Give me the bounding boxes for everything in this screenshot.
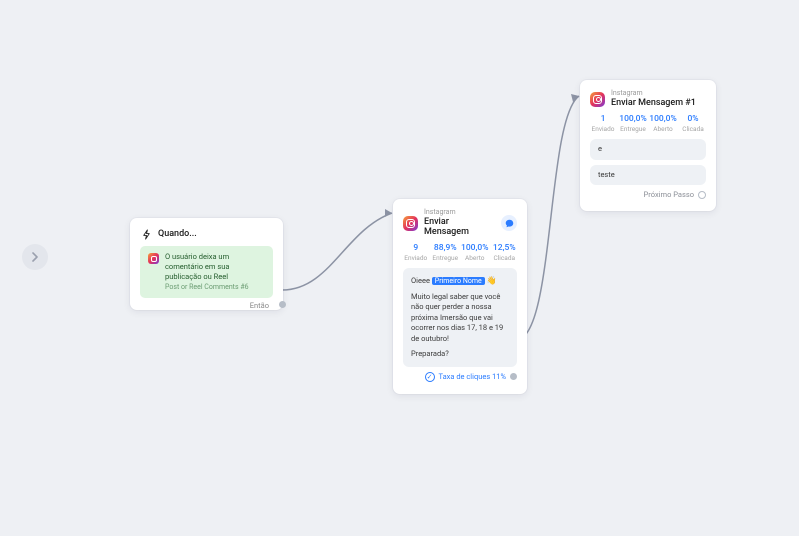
output-label: Então — [250, 301, 269, 310]
stats-row: 1Enviado 100,0%Entregue 100,0%Aberto 0%C… — [588, 114, 708, 133]
lightning-icon — [140, 228, 152, 240]
msg-text: teste — [598, 170, 615, 179]
trigger-node[interactable]: Quando... O usuário deixa um comentário … — [130, 218, 283, 310]
first-name-chip: Primeiro Nome — [432, 277, 485, 285]
output-handle[interactable] — [698, 191, 706, 199]
msg-body: Muito legal saber que você não quer perd… — [411, 292, 509, 345]
node-title: Enviar Mensagem #1 — [611, 98, 696, 108]
stat-clicked: 0%Clicada — [678, 114, 708, 133]
instagram-icon — [590, 92, 605, 107]
output-handle[interactable] — [279, 301, 286, 308]
node-subtitle: Instagram — [424, 209, 495, 216]
stat-delivered: 100,0%Entregue — [618, 114, 648, 133]
trigger-condition-pill[interactable]: O usuário deixa um comentário em sua pub… — [140, 246, 273, 298]
check-icon: ✓ — [425, 372, 435, 382]
message-bubble[interactable]: teste — [590, 165, 706, 186]
node-title: Quando... — [158, 229, 197, 239]
msg-question: Preparada? — [411, 349, 509, 360]
stat-opened: 100,0%Aberto — [648, 114, 678, 133]
send-message-node-2[interactable]: Instagram Enviar Mensagem #1 1Enviado 10… — [580, 80, 716, 211]
stat-sent: 9Enviado — [401, 243, 431, 262]
stat-clicked: 12,5%Clicada — [490, 243, 520, 262]
trigger-condition-sub: Post or Reel Comments #6 — [165, 283, 265, 292]
stats-row: 9Enviado 88,9%Entregue 100,0%Aberto 12,5… — [401, 243, 519, 262]
stat-delivered: 88,9%Entregue — [431, 243, 461, 262]
output-handle[interactable] — [510, 373, 517, 380]
chat-icon — [501, 215, 517, 231]
trigger-condition-text: O usuário deixa um comentário em sua pub… — [165, 252, 229, 281]
instagram-icon — [403, 216, 418, 231]
message-bubble[interactable]: e — [590, 139, 706, 160]
next-step-label: Próximo Passo — [644, 190, 694, 199]
stat-sent: 1Enviado — [588, 114, 618, 133]
msg-greeting: Oieee — [411, 276, 432, 285]
click-rate-link[interactable]: Taxa de cliques 11% — [439, 372, 506, 381]
flow-canvas[interactable]: Quando... O usuário deixa um comentário … — [0, 0, 799, 536]
node-subtitle: Instagram — [611, 90, 696, 97]
expand-sidebar-button[interactable] — [22, 244, 48, 270]
wave-emoji-icon: 👋 — [487, 276, 497, 285]
node-title: Enviar Mensagem — [424, 217, 495, 237]
msg-text: e — [598, 144, 602, 153]
send-message-node[interactable]: Instagram Enviar Mensagem 9Enviado 88,9%… — [393, 199, 527, 394]
stat-opened: 100,0%Aberto — [460, 243, 490, 262]
message-bubble[interactable]: Oieee Primeiro Nome 👋 Muito legal saber … — [403, 268, 517, 367]
instagram-icon — [148, 253, 159, 264]
